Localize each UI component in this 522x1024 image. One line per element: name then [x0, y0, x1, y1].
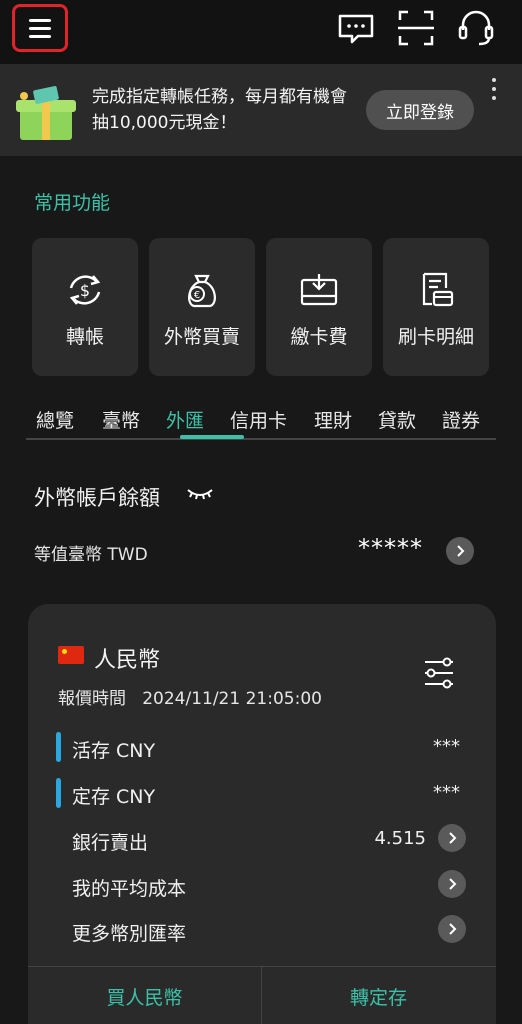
- quick-transfer-button[interactable]: $ 轉帳: [32, 238, 138, 376]
- svg-text:$: $: [80, 281, 90, 300]
- tab-credit-card[interactable]: 信用卡: [230, 406, 287, 433]
- register-now-button[interactable]: 立即登錄: [366, 90, 474, 130]
- quick-fx-exchange-label: 外幣買賣: [163, 326, 240, 348]
- time-deposit-indicator: [56, 778, 61, 808]
- more-rates-label[interactable]: 更多幣別匯率: [72, 919, 186, 946]
- average-cost-label[interactable]: 我的平均成本: [72, 874, 186, 901]
- chevron-right-icon[interactable]: [446, 537, 474, 565]
- demand-deposit-value: ***: [433, 736, 460, 757]
- settings-sliders-icon[interactable]: [422, 656, 456, 690]
- time-deposit-value: ***: [433, 782, 460, 803]
- tab-fx[interactable]: 外匯: [166, 406, 204, 433]
- tab-overview[interactable]: 總覽: [36, 406, 74, 433]
- twd-equivalent-label: 等值臺幣 TWD: [34, 545, 148, 565]
- currency-card: 人民幣 報價時間 2024/11/21 21:05:00 活存 CNY *** …: [28, 604, 496, 1024]
- quick-pay-card-button[interactable]: 繳卡費: [266, 238, 372, 376]
- tab-loan[interactable]: 貸款: [378, 406, 416, 433]
- transfer-icon: $: [65, 270, 105, 310]
- bank-sell-value: 4.515: [374, 828, 426, 849]
- pay-card-icon: [299, 270, 339, 310]
- customer-service-icon[interactable]: [456, 8, 496, 48]
- currency-name: 人民幣: [94, 648, 161, 673]
- masked-balance: *****: [358, 534, 423, 562]
- bank-sell-chevron-icon[interactable]: [438, 824, 466, 852]
- fx-balance-title: 外幣帳戶餘額: [34, 486, 160, 510]
- scan-icon[interactable]: [396, 8, 436, 48]
- tab-securities[interactable]: 證券: [442, 406, 480, 433]
- time-deposit-label: 定存 CNY: [72, 786, 156, 808]
- quick-card-statement-label: 刷卡明細: [397, 326, 474, 348]
- banner-text: 完成指定轉帳任務，每月都有機會抽10,000元現金！: [92, 87, 347, 133]
- more-options-icon[interactable]: [490, 78, 498, 100]
- hidden-eye-icon[interactable]: [186, 484, 214, 504]
- bank-sell-label: 銀行賣出: [72, 832, 149, 854]
- message-icon[interactable]: [336, 8, 376, 48]
- quote-time: 報價時間 2024/11/21 21:05:00: [58, 689, 322, 709]
- quick-pay-card-label: 繳卡費: [290, 326, 348, 348]
- quick-fx-exchange-button[interactable]: € 外幣買賣: [149, 238, 255, 376]
- transfer-to-fixed-button[interactable]: 轉定存: [262, 967, 495, 1024]
- active-tab-indicator: [180, 435, 244, 439]
- quick-transfer-label: 轉帳: [65, 326, 104, 348]
- china-flag-icon: [58, 646, 84, 664]
- top-bar: [0, 0, 522, 64]
- hamburger-menu-icon[interactable]: [12, 4, 68, 52]
- category-tabs: 總覽 臺幣 外匯 信用卡 理財 貸款 證券: [26, 400, 496, 440]
- card-statement-icon: [416, 270, 456, 310]
- buy-cny-button[interactable]: 買人民幣: [28, 967, 261, 1024]
- more-rates-chevron-icon[interactable]: [438, 915, 466, 943]
- average-cost-chevron-icon[interactable]: [438, 870, 466, 898]
- tab-twd[interactable]: 臺幣: [102, 406, 140, 433]
- quick-functions-title: 常用功能: [34, 192, 111, 214]
- quick-card-statement-button[interactable]: 刷卡明細: [383, 238, 489, 376]
- promo-banner[interactable]: 完成指定轉帳任務，每月都有機會抽10,000元現金！ 立即登錄: [0, 64, 522, 156]
- tab-wealth[interactable]: 理財: [314, 406, 352, 433]
- demand-deposit-indicator: [56, 732, 61, 762]
- demand-deposit-label: 活存 CNY: [72, 740, 156, 762]
- svg-text:€: €: [194, 290, 200, 301]
- card-footer: 買人民幣 轉定存: [28, 966, 496, 1024]
- gift-icon: [16, 86, 76, 140]
- fx-exchange-icon: €: [182, 270, 222, 310]
